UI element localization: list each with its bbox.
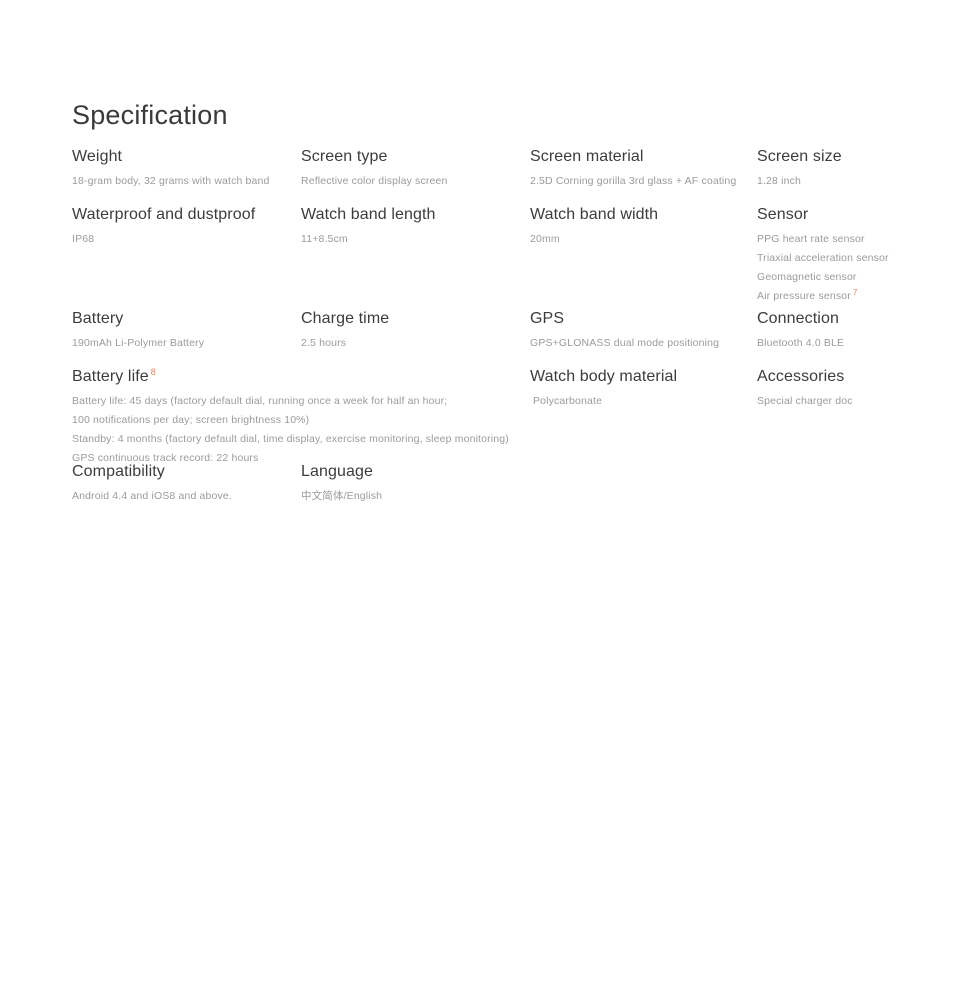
spec-label: Screen type bbox=[301, 148, 388, 165]
spec-value: 11+8.5cm bbox=[301, 233, 348, 245]
spec-value-line-with-footnote: Air pressure sensor 7 bbox=[757, 287, 889, 306]
spec-item-battery: Battery 190mAh Li-Polymer Battery bbox=[72, 308, 204, 353]
spec-label: Accessories bbox=[757, 368, 845, 385]
spec-label: Waterproof and dustproof bbox=[72, 206, 256, 223]
spec-label: Weight bbox=[72, 148, 123, 165]
spec-item-screen-type: Screen type Reflective color display scr… bbox=[301, 146, 447, 191]
spec-item-body-material: Watch body material Polycarbonate bbox=[530, 366, 677, 411]
spec-item-language: Language 中文简体/English bbox=[301, 461, 382, 506]
spec-value: GPS+GLONASS dual mode positioning bbox=[530, 337, 720, 349]
spec-item-sensor: Sensor PPG heart rate sensor Triaxial ac… bbox=[757, 204, 889, 306]
spec-item-connection: Connection Bluetooth 4.0 BLE bbox=[757, 308, 844, 353]
spec-label: Watch band length bbox=[301, 206, 436, 223]
spec-value-line: PPG heart rate sensor bbox=[757, 233, 865, 245]
spec-value: 2.5 hours bbox=[301, 337, 347, 349]
spec-item-battery-life: Battery life 8 Battery life: 45 days (fac… bbox=[72, 366, 509, 468]
spec-label: Sensor bbox=[757, 206, 809, 223]
spec-item-charge-time: Charge time 2.5 hours bbox=[301, 308, 389, 353]
spec-value-list: PPG heart rate sensor Triaxial accelerat… bbox=[757, 230, 889, 306]
spec-value: Special charger doc bbox=[757, 395, 853, 407]
spec-label: Charge time bbox=[301, 310, 390, 327]
spec-value: Android 4.4 and iOS8 and above. bbox=[72, 490, 232, 502]
spec-value: Polycarbonate bbox=[533, 395, 603, 407]
spec-item-weight: Weight 18-gram body, 32 grams with watch… bbox=[72, 146, 270, 191]
spec-value: Reflective color display screen bbox=[301, 175, 448, 187]
spec-value-line: 100 notifications per day; screen bright… bbox=[72, 414, 310, 426]
spec-label: GPS bbox=[530, 310, 565, 327]
spec-label: Language bbox=[301, 463, 373, 480]
spec-item-waterproof: Waterproof and dustproof IP68 bbox=[72, 204, 255, 249]
spec-item-compatibility: Compatibility Android 4.4 and iOS8 and a… bbox=[72, 461, 232, 506]
spec-value: 中文简体/English bbox=[301, 490, 383, 502]
footnote-marker: 8 bbox=[150, 366, 156, 377]
spec-label: Watch band width bbox=[530, 206, 659, 223]
spec-value: IP68 bbox=[72, 233, 95, 245]
footnote-marker: 7 bbox=[852, 287, 858, 297]
spec-item-gps: GPS GPS+GLONASS dual mode positioning bbox=[530, 308, 719, 353]
spec-label: Screen size bbox=[757, 148, 842, 165]
spec-label-text: Battery life bbox=[72, 368, 149, 385]
spec-label: Connection bbox=[757, 310, 839, 327]
spec-item-band-width: Watch band width 20mm bbox=[530, 204, 658, 249]
spec-value: 1.28 inch bbox=[757, 175, 801, 187]
spec-value-line: Geomagnetic sensor bbox=[757, 271, 857, 283]
spec-item-band-length: Watch band length 11+8.5cm bbox=[301, 204, 436, 249]
spec-label: Screen material bbox=[530, 148, 644, 165]
spec-item-accessories: Accessories Special charger doc bbox=[757, 366, 853, 411]
spec-item-screen-material: Screen material 2.5D Corning gorilla 3rd… bbox=[530, 146, 736, 191]
spec-value-line: Standby: 4 months (factory default dial,… bbox=[72, 433, 509, 445]
spec-label: Battery life 8 bbox=[72, 366, 509, 387]
spec-value-text: Air pressure sensor bbox=[757, 290, 851, 302]
spec-label: Watch body material bbox=[530, 368, 678, 385]
spec-value: Bluetooth 4.0 BLE bbox=[757, 337, 845, 349]
spec-value: 18-gram body, 32 grams with watch band bbox=[72, 175, 270, 187]
spec-value: 2.5D Corning gorilla 3rd glass + AF coat… bbox=[530, 175, 737, 187]
spec-label: Compatibility bbox=[72, 463, 165, 480]
specification-page: Specification Weight 18-gram body, 32 gr… bbox=[0, 0, 960, 998]
spec-value: 190mAh Li-Polymer Battery bbox=[72, 337, 205, 349]
page-title: Specification bbox=[72, 100, 228, 131]
spec-value-line: Battery life: 45 days (factory default d… bbox=[72, 395, 448, 407]
spec-label: Battery bbox=[72, 310, 124, 327]
spec-item-screen-size: Screen size 1.28 inch bbox=[757, 146, 842, 191]
spec-value-line: Triaxial acceleration sensor bbox=[757, 252, 889, 264]
spec-value: 20mm bbox=[530, 233, 560, 245]
spec-value-list: Battery life: 45 days (factory default d… bbox=[72, 392, 509, 468]
